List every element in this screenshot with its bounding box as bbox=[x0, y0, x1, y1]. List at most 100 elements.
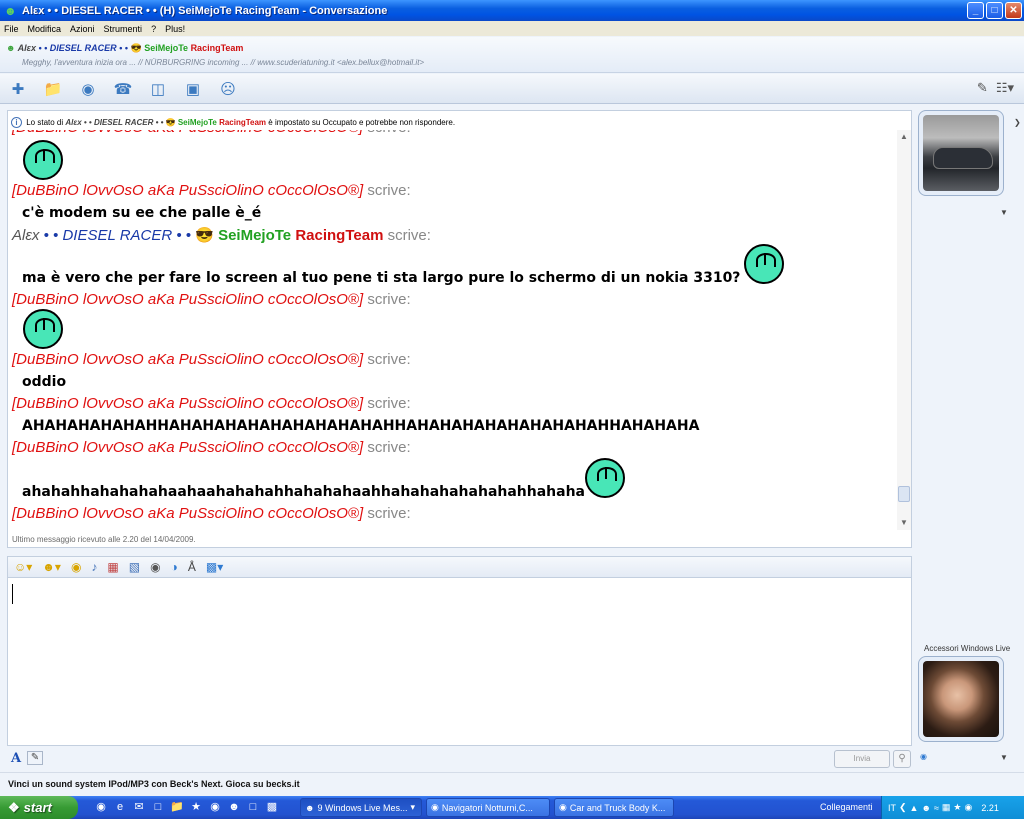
scroll-thumb[interactable] bbox=[898, 486, 910, 502]
menu-bar: File Modifica Azioni Strumenti ? Plus! bbox=[0, 21, 1024, 36]
send-files-icon[interactable]: 📁 bbox=[43, 79, 63, 99]
contact-personal-message: Megghy, l'avventura inizia ora ... // NÜ… bbox=[22, 58, 425, 67]
menu-azioni[interactable]: Azioni bbox=[70, 24, 95, 34]
background-icon[interactable]: ▩▾ bbox=[206, 560, 223, 574]
minimize-button[interactable]: _ bbox=[967, 2, 984, 19]
sunglasses-emoticon-icon: 😎 bbox=[165, 118, 176, 127]
conversation-history[interactable]: [DuBBinO lOvvOsO aKa PuSsciOlinO cOccOlO… bbox=[7, 110, 912, 548]
firefox-icon[interactable]: ◉ bbox=[208, 800, 222, 814]
block-contact-icon[interactable]: ☹ bbox=[218, 79, 238, 99]
menu-strumenti[interactable]: Strumenti bbox=[104, 24, 143, 34]
message-header: Alεx • • DIESEL RACER • • 😎 SeiMejoTe Ra… bbox=[12, 227, 431, 244]
close-button[interactable]: ✕ bbox=[1005, 2, 1022, 19]
message-text: AHAHAHAHAHAHHAHAHAHAHAHAHAHAHAHAHHAHAHAH… bbox=[22, 418, 700, 434]
voice-call-icon[interactable]: ☎ bbox=[113, 79, 133, 99]
conversation-scrollbar[interactable]: ▲ ▼ bbox=[897, 130, 911, 530]
message-header: [DuBBinO lOvvOsO aKa PuSsciOlinO cOccOlO… bbox=[12, 505, 411, 522]
video-call-icon[interactable]: ◉ bbox=[78, 79, 98, 99]
car-picture bbox=[923, 115, 999, 191]
contact-display-picture[interactable] bbox=[918, 110, 1004, 196]
smiley-emoticon-icon bbox=[585, 458, 625, 498]
contact-header: ☻ Alεx • • DIESEL RACER • • 😎 SeiMejoTe … bbox=[0, 37, 1024, 73]
antivirus-icon: ▦ bbox=[941, 802, 951, 812]
webcam-small-icon[interactable]: ◉ bbox=[920, 752, 927, 761]
scroll-down-icon[interactable]: ▼ bbox=[899, 518, 909, 527]
menu-file[interactable]: File bbox=[4, 24, 19, 34]
messenger-icon: ☻ bbox=[4, 3, 17, 18]
send-button[interactable]: Invia bbox=[834, 750, 890, 768]
font-icon[interactable]: Å bbox=[188, 560, 196, 574]
menu-help[interactable]: ? bbox=[151, 24, 156, 34]
smiley-emoticon-icon bbox=[23, 309, 63, 349]
firefox-task-icon: ◉ bbox=[431, 802, 439, 812]
taskbar-messenger[interactable]: ☻ 9 Windows Live Mes... ▾ bbox=[300, 798, 422, 817]
own-display-picture[interactable] bbox=[918, 656, 1004, 742]
voice-clip-icon[interactable]: ♪ bbox=[91, 560, 97, 574]
image-icon[interactable]: ▦ bbox=[107, 560, 118, 574]
sunglasses-emoticon-icon: 😎 bbox=[195, 227, 214, 244]
message-list: [DuBBinO lOvvOsO aKa PuSsciOlinO cOccOlO… bbox=[8, 111, 903, 531]
ie-icon[interactable]: e bbox=[113, 800, 127, 814]
window-icon[interactable]: □ bbox=[151, 800, 165, 814]
start-button[interactable]: ❖ start bbox=[0, 796, 78, 819]
messenger-window: ☻ Alεx • • DIESEL RACER • • (H) SeiMejoT… bbox=[0, 0, 1024, 796]
nudge-icon[interactable]: ◉ bbox=[71, 560, 81, 574]
grid-icon[interactable]: ▧ bbox=[129, 560, 140, 574]
layout-menu-icon[interactable]: ☷▾ bbox=[996, 80, 1014, 96]
explorer-icon[interactable]: 📁 bbox=[170, 800, 184, 814]
media-icon[interactable]: ◉ bbox=[94, 800, 108, 814]
network-icon: ▲ bbox=[909, 802, 919, 813]
menu-modifica[interactable]: Modifica bbox=[28, 24, 62, 34]
conversation-toolbar: ✚ 📁 ◉ ☎ ◫ ▣ ☹ ✎ ☷▾ bbox=[0, 74, 1024, 104]
message-header: [DuBBinO lOvvOsO aKa PuSsciOlinO cOccOlO… bbox=[12, 182, 411, 199]
outlook-icon[interactable]: ✉ bbox=[132, 800, 146, 814]
messenger-task-icon: ☻ bbox=[305, 802, 315, 813]
emoticon-picker-icon[interactable]: ☺▾ bbox=[14, 560, 32, 574]
maximize-button[interactable]: □ bbox=[986, 2, 1003, 19]
windows-logo-icon: ❖ bbox=[8, 799, 20, 815]
activities-icon[interactable]: ▣ bbox=[183, 79, 203, 99]
firefox-task-icon: ◉ bbox=[559, 802, 567, 812]
show-desktop-icon[interactable]: ▩ bbox=[265, 800, 279, 814]
invite-contact-icon[interactable]: ✚ bbox=[8, 79, 28, 99]
message-header: [DuBBinO lOvvOsO aKa PuSsciOlinO cOccOlO… bbox=[12, 351, 411, 368]
chevron-down-icon[interactable]: ▼ bbox=[1000, 208, 1008, 217]
photoshop-icon[interactable]: □ bbox=[246, 800, 260, 814]
webcam-icon[interactable]: ◉ bbox=[150, 560, 160, 574]
search-icon[interactable]: ⚲ bbox=[893, 750, 911, 768]
back-arrow-icon[interactable]: ❮ bbox=[899, 802, 907, 813]
scroll-up-icon[interactable]: ▲ bbox=[899, 132, 909, 141]
message-input[interactable] bbox=[7, 578, 912, 746]
chevron-right-icon[interactable]: ❯ bbox=[1014, 118, 1021, 127]
ad-banner[interactable]: Vinci un sound system IPod/MP3 con Beck'… bbox=[0, 772, 1024, 796]
message-text: oddio bbox=[22, 374, 67, 390]
message-header: [DuBBinO lOvvOsO aKa PuSsciOlinO cOccOlO… bbox=[12, 439, 411, 456]
chevron-down-icon: ▾ bbox=[410, 802, 416, 812]
title-bar: ☻ Alεx • • DIESEL RACER • • (H) SeiMejoT… bbox=[0, 0, 1024, 21]
handwriting-icon[interactable]: ✎ bbox=[27, 751, 44, 765]
messenger-tray-icon[interactable]: ☻ bbox=[921, 803, 930, 813]
message-header: [DuBBinO lOvvOsO aKa PuSsciOlinO cOccOlO… bbox=[12, 291, 411, 308]
taskbar-firefox-2[interactable]: ◉ Car and Truck Body K... bbox=[554, 798, 674, 817]
quick-launch: ◉ e ✉ □ 📁 ★ ◉ ☻ □ ▩ bbox=[94, 800, 279, 814]
messenger-small-icon[interactable]: ☻ bbox=[227, 800, 241, 814]
msn-icon[interactable]: ★ bbox=[189, 800, 203, 814]
links-toolbar[interactable]: Collegamenti bbox=[820, 802, 873, 812]
window-title: Alεx • • DIESEL RACER • • (H) SeiMejoTe … bbox=[22, 4, 388, 17]
language-indicator[interactable]: IT bbox=[888, 803, 896, 813]
shield-icon: ◉ bbox=[964, 802, 973, 812]
info-icon: i bbox=[11, 117, 22, 128]
brush-icon[interactable]: ✎ bbox=[977, 80, 988, 96]
sunglasses-emoticon-icon: 😎 bbox=[130, 43, 142, 53]
menu-plus[interactable]: Plus! bbox=[165, 24, 185, 34]
input-toolbar: ☺▾ ☻▾ ◉ ♪ ▦ ▧ ◉ ◑ Å ▩▾ bbox=[7, 556, 912, 578]
wink-picker-icon[interactable]: ☻▾ bbox=[42, 560, 61, 574]
share-folder-icon[interactable]: ◫ bbox=[148, 79, 168, 99]
buddy-icon: ☻ bbox=[6, 43, 16, 53]
taskbar-firefox-1[interactable]: ◉ Navigatori Notturni,C... bbox=[426, 798, 550, 817]
wifi-icon: ≈ bbox=[933, 802, 939, 813]
message-text: ma è vero che per fare lo screen al tuo … bbox=[22, 270, 741, 286]
font-format-icon[interactable]: A bbox=[11, 751, 21, 766]
globe-icon[interactable]: ◑ bbox=[171, 560, 178, 574]
chevron-down-icon[interactable]: ▼ bbox=[1000, 753, 1008, 762]
